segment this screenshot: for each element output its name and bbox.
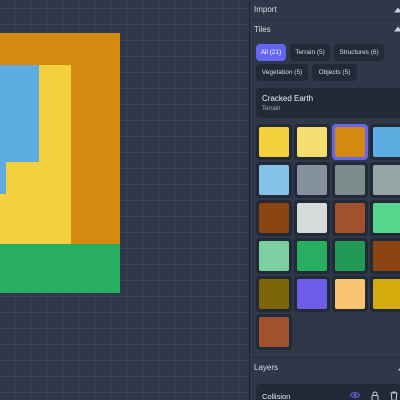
map-canvas[interactable] — [0, 0, 248, 400]
tile-swatch[interactable] — [294, 276, 330, 312]
layers-title: Layers — [254, 363, 279, 372]
layers-section-header[interactable]: Layers — [250, 357, 400, 377]
tile-color — [373, 203, 400, 233]
selected-tile-info: Cracked Earth Terrain — [256, 88, 400, 118]
tile-swatch[interactable] — [256, 276, 292, 312]
tile-color — [259, 241, 289, 271]
side-panel: Import Tiles All (21) Terrain (5) Struct… — [249, 0, 400, 400]
layer-actions — [346, 391, 400, 400]
tile-swatch[interactable] — [332, 200, 368, 236]
tile-swatch[interactable] — [294, 200, 330, 236]
tile-swatch[interactable] — [294, 238, 330, 274]
tile-color — [373, 165, 400, 195]
tile-color — [297, 127, 327, 157]
tile-swatch[interactable] — [294, 162, 330, 198]
selected-tile-category: Terrain — [262, 106, 281, 112]
tiles-title: Tiles — [254, 24, 271, 34]
filter-all-chip[interactable]: All (21) — [256, 44, 286, 61]
trash-icon[interactable] — [390, 391, 398, 400]
layer-row[interactable]: Collision — [256, 384, 400, 400]
tile-color — [335, 279, 365, 309]
tile-swatch[interactable] — [370, 276, 400, 312]
tile-swatch[interactable] — [332, 124, 368, 160]
filter-objects-chip[interactable]: Objects (5) — [312, 64, 357, 81]
grass-region — [0, 244, 120, 293]
tile-color — [373, 279, 400, 309]
tile-swatch[interactable] — [370, 238, 400, 274]
tile-color — [335, 241, 365, 271]
selected-tile-name: Cracked Earth — [262, 94, 314, 103]
tile-swatch[interactable] — [332, 238, 368, 274]
filter-terrain-chip[interactable]: Terrain (5) — [290, 44, 330, 61]
tile-color — [335, 203, 365, 233]
chevron-up-icon — [394, 7, 400, 12]
tile-color — [297, 279, 327, 309]
import-section-header[interactable]: Import — [250, 0, 400, 20]
tile-swatch[interactable] — [370, 162, 400, 198]
tile-color — [259, 165, 289, 195]
tile-map[interactable] — [0, 33, 120, 293]
filter-vegetation-chip[interactable]: Vegetation (5) — [256, 64, 308, 81]
tile-swatch[interactable] — [256, 238, 292, 274]
chevron-up-icon — [394, 26, 400, 32]
filter-structures-chip[interactable]: Structures (6) — [334, 44, 384, 61]
layer-name: Collision — [262, 392, 291, 400]
tile-color — [259, 279, 289, 309]
tile-color — [297, 165, 327, 195]
tile-color — [373, 241, 400, 271]
tile-color — [259, 317, 289, 347]
tile-swatch[interactable] — [256, 314, 292, 350]
tiles-section-header[interactable]: Tiles — [250, 20, 400, 38]
tile-map-editor: Import Tiles All (21) Terrain (5) Struct… — [0, 0, 400, 400]
tile-swatch[interactable] — [332, 162, 368, 198]
tile-color — [335, 127, 365, 157]
water-region — [0, 65, 39, 162]
tile-color — [373, 127, 400, 157]
lock-icon[interactable] — [371, 391, 379, 400]
import-title: Import — [254, 5, 277, 14]
water-edge — [0, 162, 6, 194]
tile-swatch[interactable] — [256, 200, 292, 236]
tile-swatch[interactable] — [370, 200, 400, 236]
tile-color — [259, 127, 289, 157]
tile-swatch[interactable] — [294, 124, 330, 160]
tile-swatch[interactable] — [256, 162, 292, 198]
tile-color — [297, 241, 327, 271]
tile-swatch[interactable] — [256, 124, 292, 160]
tile-swatch[interactable] — [332, 276, 368, 312]
tile-color — [335, 165, 365, 195]
tile-color — [259, 203, 289, 233]
tile-swatch[interactable] — [370, 124, 400, 160]
tile-color — [297, 203, 327, 233]
eye-icon[interactable] — [350, 391, 360, 399]
